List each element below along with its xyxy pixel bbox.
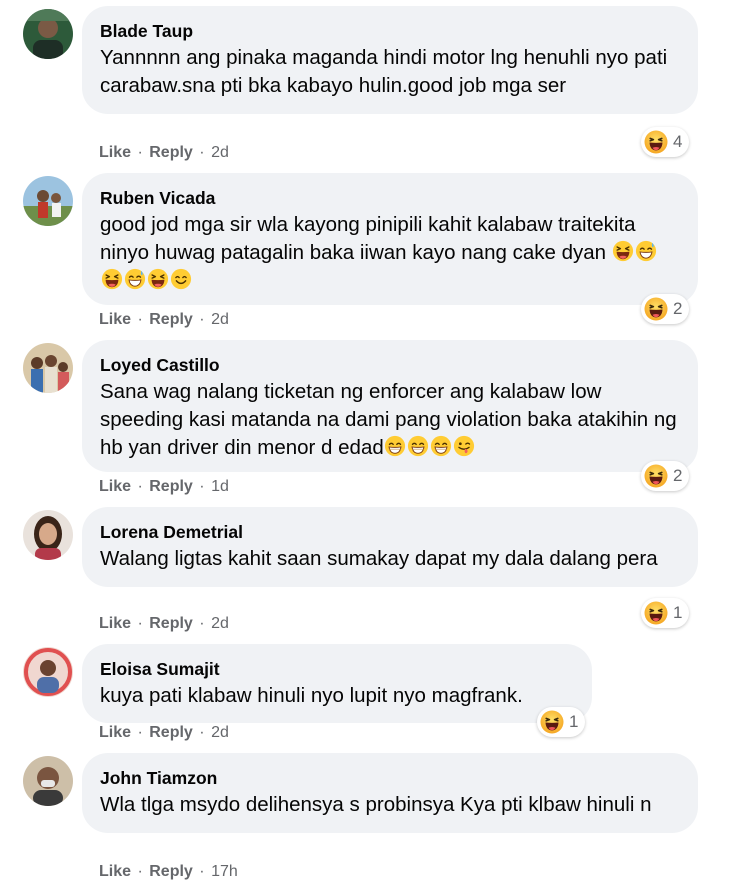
separator: · — [199, 615, 205, 632]
comment-bubble: Eloisa Sumajit kuya pati klabaw hinuli n… — [82, 644, 592, 723]
separator: · — [137, 478, 143, 495]
separator: · — [199, 478, 205, 495]
comment-bubble: Ruben Vicada good jod mga sir wla kayong… — [82, 173, 698, 305]
reaction-count: 4 — [673, 132, 683, 151]
comment-actions: Like · Reply · 2d — [99, 143, 229, 163]
timestamp[interactable]: 2d — [211, 615, 229, 632]
comment-author[interactable]: John Tiamzon — [100, 766, 678, 790]
grin-emoji — [407, 435, 429, 457]
comment-actions: Like · Reply · 2d — [99, 723, 229, 743]
separator: · — [137, 724, 143, 741]
avatar[interactable] — [23, 510, 73, 560]
timestamp[interactable]: 1d — [211, 478, 229, 495]
haha-reaction-icon — [644, 464, 668, 488]
comment-bubble: Lorena Demetrial Walang ligtas kahit saa… — [82, 507, 698, 587]
reaction-badge[interactable]: 1 — [641, 598, 690, 628]
grin-emoji — [430, 435, 452, 457]
like-link[interactable]: Like — [99, 615, 131, 632]
timestamp[interactable]: 2d — [211, 144, 229, 161]
comment-author[interactable]: Ruben Vicada — [100, 186, 678, 210]
squint-laugh-emoji — [612, 240, 634, 262]
reply-link[interactable]: Reply — [149, 724, 193, 741]
comment-bubble: Blade Taup Yannnnn ang pinaka maganda hi… — [82, 6, 698, 114]
emoji-group — [384, 436, 475, 459]
comment-text: good jod mga sir wla kayong pinipili kah… — [100, 211, 678, 295]
comment-actions: Like · Reply · 2d — [99, 310, 229, 330]
squint-laugh-emoji — [101, 268, 123, 290]
reaction-badge[interactable]: 2 — [641, 294, 690, 324]
reaction-count: 1 — [673, 603, 683, 622]
timestamp[interactable]: 2d — [211, 311, 229, 328]
separator: · — [199, 724, 205, 741]
comment-author[interactable]: Lorena Demetrial — [100, 520, 678, 544]
separator: · — [199, 863, 205, 880]
reaction-badge[interactable]: 2 — [641, 461, 690, 491]
separator: · — [137, 311, 143, 328]
separator: · — [137, 144, 143, 161]
haha-reaction-icon — [644, 601, 668, 625]
comment-text-body: good jod mga sir wla kayong pinipili kah… — [100, 213, 636, 264]
comment-text: Walang ligtas kahit saan sumakay dapat m… — [100, 547, 658, 570]
squint-laugh-emoji — [147, 268, 169, 290]
like-link[interactable]: Like — [99, 478, 131, 495]
separator: · — [199, 311, 205, 328]
wink-tongue-emoji — [453, 435, 475, 457]
reaction-badge[interactable]: 4 — [641, 127, 690, 157]
reaction-count: 2 — [673, 466, 683, 485]
comment-bubble: Loyed Castillo Sana wag nalang ticketan … — [82, 340, 698, 472]
reply-link[interactable]: Reply — [149, 615, 193, 632]
comment-actions: Like · Reply · 1d — [99, 477, 229, 497]
comment-bubble: John Tiamzon Wla tlga msydo delihensya s… — [82, 753, 698, 833]
separator: · — [137, 863, 143, 880]
avatar[interactable] — [23, 9, 73, 59]
comment-text: Sana wag nalang ticketan ng enforcer ang… — [100, 378, 678, 462]
haha-reaction-icon — [540, 710, 564, 734]
separator: · — [137, 615, 143, 632]
avatar[interactable] — [23, 647, 73, 697]
comment-author[interactable]: Blade Taup — [100, 19, 678, 43]
reaction-badge[interactable]: 1 — [537, 707, 586, 737]
reply-link[interactable]: Reply — [149, 144, 193, 161]
separator: · — [199, 144, 205, 161]
reply-link[interactable]: Reply — [149, 311, 193, 328]
reply-link[interactable]: Reply — [149, 863, 193, 880]
comment-author[interactable]: Eloisa Sumajit — [100, 657, 572, 681]
comment-author[interactable]: Loyed Castillo — [100, 353, 678, 377]
grin-sweat-emoji — [635, 240, 657, 262]
comment-actions: Like · Reply · 2d — [99, 614, 229, 634]
grin-emoji — [384, 435, 406, 457]
like-link[interactable]: Like — [99, 144, 131, 161]
like-link[interactable]: Like — [99, 863, 131, 880]
avatar[interactable] — [23, 343, 73, 393]
timestamp[interactable]: 17h — [211, 863, 238, 880]
comment-text: Yannnnn ang pinaka maganda hindi motor l… — [100, 46, 668, 97]
smile-emoji — [170, 268, 192, 290]
avatar[interactable] — [23, 176, 73, 226]
reaction-count: 2 — [673, 299, 683, 318]
grin-sweat-emoji — [124, 268, 146, 290]
comment-actions: Like · Reply · 17h — [99, 862, 238, 882]
like-link[interactable]: Like — [99, 724, 131, 741]
avatar[interactable] — [23, 756, 73, 806]
like-link[interactable]: Like — [99, 311, 131, 328]
haha-reaction-icon — [644, 130, 668, 154]
timestamp[interactable]: 2d — [211, 724, 229, 741]
reaction-count: 1 — [569, 712, 579, 731]
comment-text: Wla tlga msydo delihensya s probinsya Ky… — [100, 793, 652, 816]
reply-link[interactable]: Reply — [149, 478, 193, 495]
comment-text: kuya pati klabaw hinuli nyo lupit nyo ma… — [100, 684, 523, 707]
haha-reaction-icon — [644, 297, 668, 321]
